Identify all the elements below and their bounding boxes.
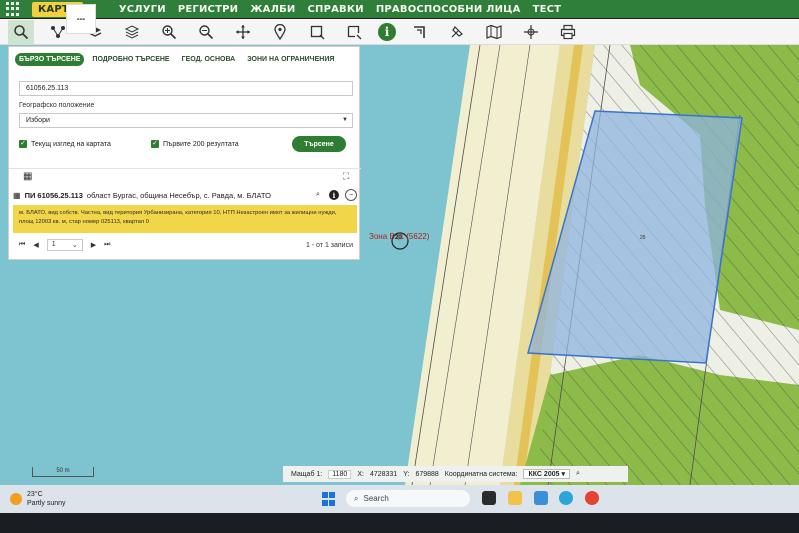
crs-value: ККС 2005 xyxy=(528,471,560,478)
checkbox-checked-icon: ✓ xyxy=(19,140,27,148)
top-menu: КАРТА УСЛУГИ РЕГИСТРИ ЖАЛБИ СПРАВКИ ПРАВ… xyxy=(0,0,799,18)
first-page-icon[interactable]: ⏮ xyxy=(19,241,25,249)
menu-item-licensed-persons[interactable]: ПРАВОСПОСОБНИ ЛИЦА xyxy=(376,4,521,15)
page-value: 1 xyxy=(51,241,56,248)
menu-item-services[interactable]: УСЛУГИ xyxy=(119,4,166,15)
geo-position-value: Избори xyxy=(26,117,50,124)
parcel-number: 25 xyxy=(640,235,646,241)
taskbar-search-placeholder: Search xyxy=(363,494,389,503)
crs-label: Координатна система: xyxy=(444,470,518,478)
marker-icon[interactable] xyxy=(267,20,293,44)
windows-start-icon[interactable] xyxy=(322,492,336,506)
sun-icon xyxy=(10,493,22,505)
weather-widget[interactable]: 23°C Partly sunny xyxy=(10,490,66,508)
zoom-to-result-icon[interactable]: ⌕ xyxy=(313,190,323,200)
map-toolbar: i xyxy=(0,19,799,45)
chrome-icon[interactable] xyxy=(585,491,599,505)
prev-page-icon[interactable]: ◀ xyxy=(33,241,38,249)
edge-icon[interactable] xyxy=(559,491,573,505)
table-grid-icon[interactable]: ▦ xyxy=(23,171,32,182)
draw-icon[interactable] xyxy=(444,20,470,44)
select-rectangle-icon[interactable] xyxy=(304,20,330,44)
screen: 20 25 Зона В (1 (5622) 50 m КАРТА УСЛУГИ… xyxy=(0,0,799,533)
file-explorer-icon[interactable] xyxy=(508,491,522,505)
zoom-in-icon[interactable] xyxy=(156,20,182,44)
site-logo: ▬▬▬ xyxy=(66,4,96,34)
zoom-out-icon[interactable] xyxy=(193,20,219,44)
crs-select[interactable]: ККС 2005 ▾ xyxy=(523,469,570,479)
menu-item-test[interactable]: ТЕСТ xyxy=(533,4,562,15)
scale-value[interactable]: 1180 xyxy=(328,469,352,479)
scale-bar: 50 m xyxy=(32,467,94,477)
result-location: област Бургас, община Несебър, с. Равда,… xyxy=(86,190,271,200)
search-input[interactable]: 61056.25.113 xyxy=(19,81,353,96)
page-select[interactable]: 1 ⌄ xyxy=(46,239,83,251)
geo-position-select[interactable]: Избори ▼ xyxy=(19,113,353,128)
y-value: 679888 xyxy=(415,470,439,478)
task-view-icon[interactable] xyxy=(482,491,496,505)
search-icon: ⌕ xyxy=(354,493,359,503)
menu-item-complaints[interactable]: ЖАЛБИ xyxy=(250,4,295,15)
crs-search-icon[interactable]: ⌕ xyxy=(576,470,580,478)
result-description: м. БЛАТО, вид собств. Частна, вид терито… xyxy=(13,205,357,233)
record-count: 1 - от 1 записи xyxy=(305,241,353,249)
last-page-icon[interactable]: ⏭ xyxy=(104,241,110,249)
geo-position-label: Географско положение xyxy=(19,102,95,109)
zone-label: Зона В (1 (5622) xyxy=(369,232,430,241)
search-button[interactable]: Търсене xyxy=(292,136,346,152)
taskbar-search[interactable]: ⌕ Search xyxy=(346,490,470,507)
chevron-down-icon: ⌄ xyxy=(71,242,78,249)
expand-icon[interactable]: ⛶ xyxy=(343,171,349,182)
scale-label: Мащаб 1: xyxy=(291,470,323,478)
first-200-label: Първите 200 резултата xyxy=(163,140,239,148)
result-title: ПИ 61056.25.113 xyxy=(24,190,83,200)
y-label: Y: xyxy=(403,470,410,478)
menu-item-registers[interactable]: РЕГИСТРИ xyxy=(178,4,238,15)
collapse-icon[interactable]: − xyxy=(345,189,357,201)
chevron-down-icon: ▼ xyxy=(342,117,348,123)
checkbox-checked-icon: ✓ xyxy=(151,140,159,148)
current-view-checkbox[interactable]: ✓ Текущ изглед на картата xyxy=(19,140,111,148)
print-icon[interactable] xyxy=(555,20,581,44)
next-page-icon[interactable]: ▶ xyxy=(91,241,96,249)
weather-condition: Partly sunny xyxy=(27,500,66,507)
x-label: X: xyxy=(357,470,364,478)
select-edit-icon[interactable] xyxy=(341,20,367,44)
result-info-icon[interactable]: i xyxy=(329,190,339,200)
pan-icon[interactable] xyxy=(230,20,256,44)
tab-detailed-search[interactable]: ПОДРОБНО ТЪРСЕНЕ xyxy=(88,53,173,66)
layers-icon[interactable] xyxy=(119,20,145,44)
windows-taskbar: 23°C Partly sunny ⌕ Search xyxy=(0,485,799,513)
coordinates-icon[interactable] xyxy=(518,20,544,44)
info-icon[interactable]: i xyxy=(378,22,396,41)
pagination: ⏮ ◀ 1 ⌄ ▶ ⏭ 1 - от 1 записи xyxy=(19,238,353,252)
measure-icon[interactable] xyxy=(407,20,433,44)
search-tabs: БЪРЗО ТЪРСЕНЕ ПОДРОБНО ТЪРСЕНЕ ГЕОД. ОСН… xyxy=(9,47,359,66)
tab-quick-search[interactable]: БЪРЗО ТЪРСЕНЕ xyxy=(15,53,85,66)
current-view-label: Текущ изглед на картата xyxy=(31,140,111,148)
map-statusbar: Мащаб 1: 1180 X: 4728331 Y: 679888 Коорд… xyxy=(283,466,628,482)
map-icon[interactable] xyxy=(481,20,507,44)
tab-geodetic-base[interactable]: ГЕОД. ОСНОВА xyxy=(178,53,240,66)
grid-small-icon: ▦ xyxy=(13,190,21,200)
weather-temperature: 23°C xyxy=(27,491,43,498)
tab-restriction-zones[interactable]: ЗОНИ НА ОГРАНИЧЕНИЯ xyxy=(243,53,338,66)
mail-icon[interactable] xyxy=(534,491,548,505)
panel-divider xyxy=(9,168,361,169)
first-200-checkbox[interactable]: ✓ Първите 200 резултата xyxy=(151,140,239,148)
monitor-bezel xyxy=(0,513,799,533)
result-row[interactable]: ▦ ПИ 61056.25.113 област Бургас, община … xyxy=(13,187,357,203)
search-icon[interactable] xyxy=(8,19,34,44)
search-panel: БЪРЗО ТЪРСЕНЕ ПОДРОБНО ТЪРСЕНЕ ГЕОД. ОСН… xyxy=(8,46,361,260)
x-value: 4728331 xyxy=(369,470,398,478)
apps-grid-icon[interactable] xyxy=(6,2,20,16)
menu-item-references[interactable]: СПРАВКИ xyxy=(307,4,363,15)
